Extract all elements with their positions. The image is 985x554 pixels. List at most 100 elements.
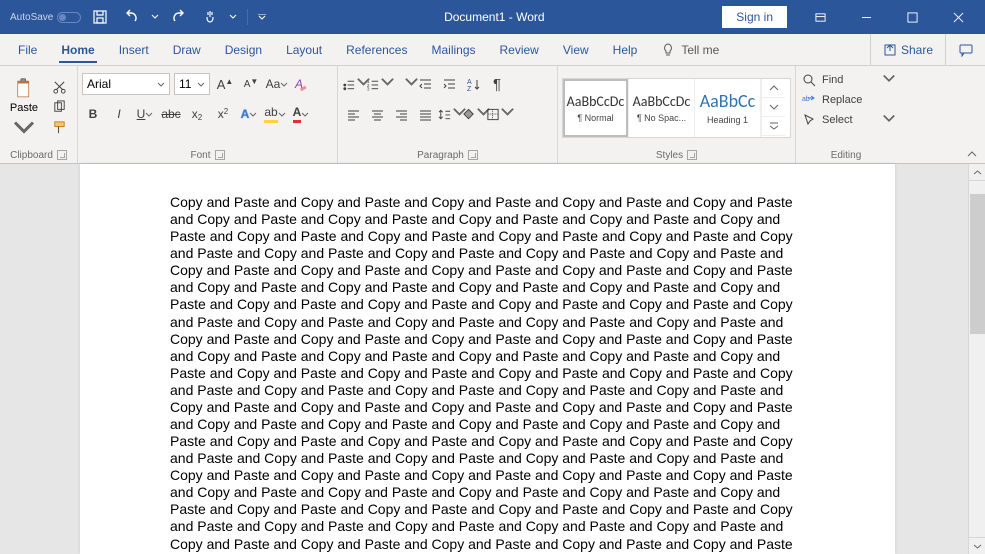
underline-button[interactable]: U bbox=[134, 103, 156, 125]
collapse-ribbon-button[interactable] bbox=[963, 147, 981, 161]
scroll-thumb[interactable] bbox=[970, 194, 985, 334]
sort-button[interactable]: AZ bbox=[462, 73, 484, 95]
tab-home[interactable]: Home bbox=[49, 34, 106, 65]
numbering-icon: 123 bbox=[366, 77, 380, 92]
align-left-button[interactable] bbox=[342, 103, 364, 125]
touch-dropdown[interactable] bbox=[229, 14, 237, 20]
chevron-down-icon bbox=[882, 72, 896, 86]
increase-indent-button[interactable] bbox=[438, 73, 460, 95]
vertical-scrollbar[interactable] bbox=[968, 164, 985, 554]
chevron-up-icon bbox=[973, 168, 982, 177]
font-name-combo[interactable]: Arial bbox=[82, 73, 170, 95]
shrink-font-button[interactable]: A▼ bbox=[240, 73, 262, 95]
svg-text:Z: Z bbox=[467, 86, 472, 92]
document-text[interactable]: Copy and Paste and Copy and Paste and Co… bbox=[170, 194, 805, 554]
multilevel-list-button[interactable] bbox=[390, 73, 412, 95]
replace-button[interactable]: abReplace bbox=[800, 90, 892, 110]
autosave-toggle[interactable]: AutoSave bbox=[10, 12, 81, 23]
redo-icon bbox=[170, 9, 186, 25]
styles-gallery: AaBbCcDc ¶ Normal AaBbCcDc ¶ No Spac... … bbox=[562, 78, 791, 138]
tab-layout[interactable]: Layout bbox=[274, 34, 334, 65]
shading-button[interactable] bbox=[462, 103, 484, 125]
change-case-button[interactable]: Aa bbox=[266, 73, 288, 95]
paste-button[interactable]: Paste bbox=[4, 78, 44, 138]
styles-group-label: Styles bbox=[656, 150, 683, 161]
cut-button[interactable] bbox=[44, 78, 74, 97]
tab-design[interactable]: Design bbox=[213, 34, 274, 65]
scroll-up-button[interactable] bbox=[969, 164, 985, 181]
signin-button[interactable]: Sign in bbox=[722, 6, 787, 28]
borders-icon bbox=[486, 107, 500, 122]
tab-view[interactable]: View bbox=[551, 34, 601, 65]
ribbon-options-button[interactable] bbox=[797, 3, 843, 31]
chevron-down-icon bbox=[151, 14, 159, 20]
undo-button[interactable] bbox=[119, 4, 145, 30]
tab-mailings[interactable]: Mailings bbox=[419, 34, 487, 65]
styles-expand[interactable] bbox=[761, 117, 785, 136]
undo-dropdown[interactable] bbox=[151, 14, 159, 20]
customize-qat-dropdown[interactable] bbox=[258, 14, 266, 20]
font-color-button[interactable]: A bbox=[290, 103, 312, 125]
chevron-down-icon bbox=[157, 82, 165, 88]
font-size-combo[interactable]: 11 bbox=[174, 73, 210, 95]
tab-insert[interactable]: Insert bbox=[107, 34, 161, 65]
clipboard-group-label: Clipboard bbox=[10, 150, 53, 161]
clipboard-launcher[interactable] bbox=[57, 150, 67, 160]
minimize-button[interactable] bbox=[843, 3, 889, 31]
italic-button[interactable]: I bbox=[108, 103, 130, 125]
paste-icon bbox=[12, 78, 36, 100]
align-right-button[interactable] bbox=[390, 103, 412, 125]
save-button[interactable] bbox=[87, 4, 113, 30]
align-center-button[interactable] bbox=[366, 103, 388, 125]
numbering-button[interactable]: 123 bbox=[366, 73, 388, 95]
select-button[interactable]: Select bbox=[800, 110, 892, 130]
format-painter-icon bbox=[52, 120, 67, 135]
select-label: Select bbox=[822, 114, 853, 126]
bullets-button[interactable] bbox=[342, 73, 364, 95]
tell-me-search[interactable]: Tell me bbox=[649, 34, 731, 65]
share-button[interactable]: Share bbox=[870, 34, 945, 65]
font-group-label: Font bbox=[190, 150, 210, 161]
bold-button[interactable]: B bbox=[82, 103, 104, 125]
justify-button[interactable] bbox=[414, 103, 436, 125]
grow-font-button[interactable]: A▲ bbox=[214, 73, 236, 95]
scroll-down-button[interactable] bbox=[969, 537, 985, 554]
tab-references[interactable]: References bbox=[334, 34, 419, 65]
highlight-button[interactable]: ab bbox=[264, 103, 286, 125]
style-normal[interactable]: AaBbCcDc ¶ Normal bbox=[563, 79, 629, 137]
superscript-button[interactable]: x2 bbox=[212, 103, 234, 125]
copy-button[interactable] bbox=[44, 98, 74, 117]
close-button[interactable] bbox=[935, 3, 981, 31]
tab-file[interactable]: File bbox=[6, 34, 49, 65]
text-effects-button[interactable]: A bbox=[238, 103, 260, 125]
redo-button[interactable] bbox=[165, 4, 191, 30]
style-no-spacing[interactable]: AaBbCcDc ¶ No Spac... bbox=[629, 79, 695, 137]
decrease-indent-button[interactable] bbox=[414, 73, 436, 95]
subscript-button[interactable]: x2 bbox=[186, 103, 208, 125]
document-page[interactable]: Copy and Paste and Copy and Paste and Co… bbox=[80, 164, 895, 554]
chevron-up-icon bbox=[966, 149, 978, 159]
styles-scroll-up[interactable] bbox=[761, 79, 785, 98]
chevron-down-icon bbox=[280, 82, 288, 88]
comments-button[interactable] bbox=[945, 34, 985, 65]
window-title: Document1 - Word bbox=[266, 10, 722, 24]
borders-button[interactable] bbox=[486, 103, 508, 125]
font-launcher[interactable] bbox=[215, 150, 225, 160]
find-button[interactable]: Find bbox=[800, 70, 892, 90]
format-painter-button[interactable] bbox=[44, 118, 74, 137]
styles-scroll-down[interactable] bbox=[761, 98, 785, 117]
cursor-icon bbox=[802, 113, 816, 127]
show-marks-button[interactable]: ¶ bbox=[486, 73, 508, 95]
tab-help[interactable]: Help bbox=[601, 34, 650, 65]
paragraph-launcher[interactable] bbox=[468, 150, 478, 160]
tab-draw[interactable]: Draw bbox=[161, 34, 213, 65]
tab-review[interactable]: Review bbox=[488, 34, 551, 65]
chevron-down-icon bbox=[500, 105, 515, 120]
maximize-button[interactable] bbox=[889, 3, 935, 31]
styles-launcher[interactable] bbox=[687, 150, 697, 160]
strikethrough-button[interactable]: abc bbox=[160, 103, 182, 125]
clear-formatting-button[interactable]: A bbox=[292, 73, 314, 95]
line-spacing-button[interactable] bbox=[438, 103, 460, 125]
touch-mode-button[interactable] bbox=[197, 4, 223, 30]
style-heading1[interactable]: AaBbCc Heading 1 bbox=[695, 79, 761, 137]
